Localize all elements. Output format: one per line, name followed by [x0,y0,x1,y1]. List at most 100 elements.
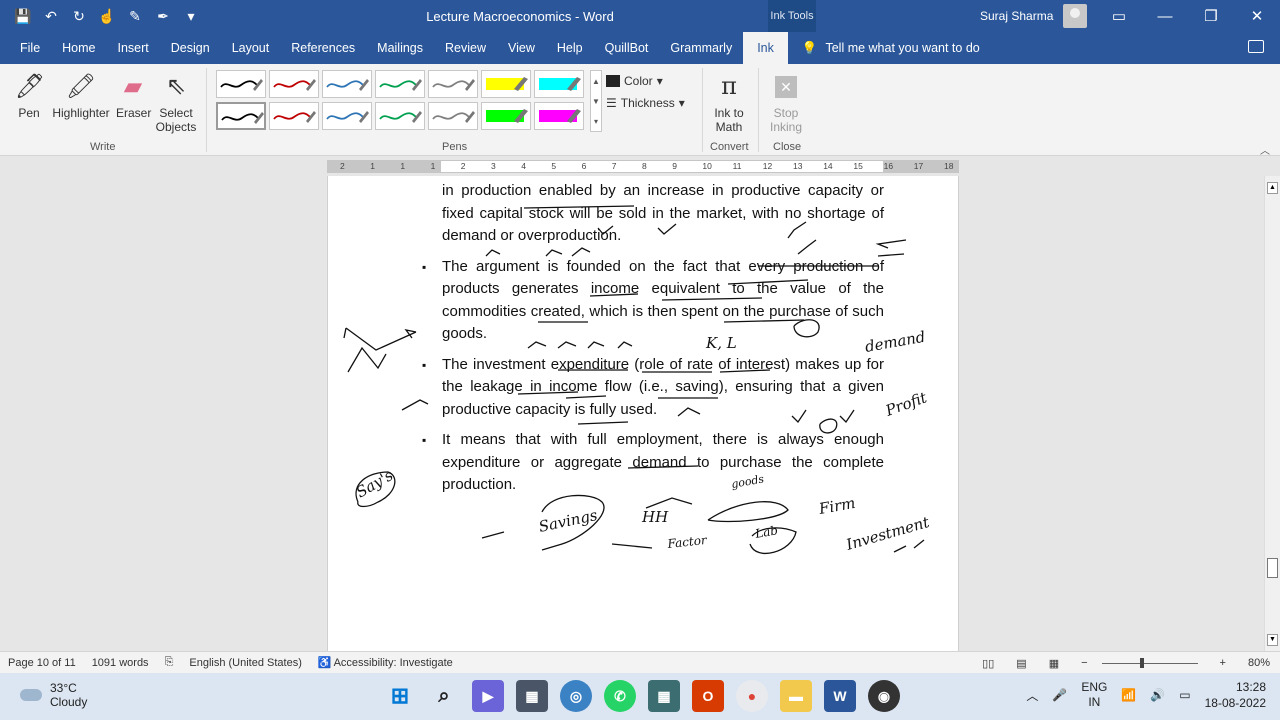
tell-me-text: Tell me what you want to do [825,41,980,55]
ink-to-math-label-2: Math [715,120,743,134]
ruler-number: 12 [762,161,773,171]
tab-help[interactable]: Help [546,32,594,64]
pen-button[interactable]: 🖊 Pen [14,70,45,121]
microphone-icon[interactable]: 🎤 [1052,688,1067,702]
ruler-number: 13 [793,161,803,171]
weather-widget[interactable]: 33°C Cloudy [20,681,87,709]
vertical-scrollbar[interactable]: ▲ ▼ [1264,176,1280,651]
pen-swatch[interactable] [216,102,266,130]
tab-quillbot[interactable]: QuillBot [594,32,660,64]
chat-icon[interactable]: ▶ [472,680,504,712]
pen-swatch[interactable] [428,102,478,130]
chevron-up-icon[interactable]: ︿ [1026,687,1038,704]
pen-swatch[interactable] [269,102,319,130]
collapse-ribbon-icon[interactable]: ︿ [1260,142,1270,157]
pens-gallery-scroll[interactable]: ▲ ▼ ▾ [590,70,602,132]
windows-start-icon[interactable]: ⊞ [384,680,416,712]
print-layout-icon[interactable]: ▤ [1016,657,1026,670]
scroll-down-icon[interactable]: ▼ [1267,634,1278,646]
tab-references[interactable]: References [280,32,366,64]
chrome-icon[interactable]: ● [736,680,768,712]
office-icon[interactable]: O [692,680,724,712]
wifi-icon[interactable]: 📶 [1121,688,1136,702]
search-icon[interactable]: ⌕ [428,680,460,712]
tab-insert[interactable]: Insert [107,32,160,64]
page-count[interactable]: Page 10 of 11 [8,657,76,669]
accessibility-status[interactable]: Accessibility: Investigate [334,657,453,669]
scroll-up-icon[interactable]: ▲ [1267,182,1278,194]
highlighter-button[interactable]: 🖍 Highlighter [50,70,112,121]
web-layout-icon[interactable]: ▦ [1049,657,1059,670]
minimize-icon[interactable]: — [1142,0,1188,32]
clock[interactable]: 13:28 18-08-2022 [1205,679,1266,711]
read-mode-icon[interactable]: ▯▯ [982,657,994,670]
tab-mailings[interactable]: Mailings [366,32,434,64]
language-code: ENG [1081,680,1108,694]
color-button[interactable]: Color ▾ [606,70,685,92]
taskbar: 33°C Cloudy ⊞ ⌕ ▶ ▦ ◎ ✆ ▦ O ● ▬ W ◉ ︿ 🎤 … [0,673,1280,720]
pens-group-label: Pens [442,141,468,153]
pen-swatch[interactable] [322,70,372,98]
tab-grammarly[interactable]: Grammarly [659,32,743,64]
taskbar-apps: ⊞ ⌕ ▶ ▦ ◎ ✆ ▦ O ● ▬ W ◉ [384,680,900,712]
ink-annotations[interactable]: demand Profit Say's Savings HH goods Fir… [328,176,960,651]
zoom-out-icon[interactable]: − [1081,657,1087,669]
obs-icon[interactable]: ◉ [868,680,900,712]
select-objects-button[interactable]: ⇖ Select Objects [154,70,198,135]
proofing-icon[interactable]: ⎘ [165,656,174,669]
pen-swatch[interactable] [534,70,584,98]
pen-swatch[interactable] [216,70,266,98]
thickness-label: Thickness [620,96,675,110]
zoom-level[interactable]: 80% [1248,657,1270,669]
ink-to-math-button[interactable]: π Ink to Math [710,70,748,134]
pen-swatch[interactable] [375,102,425,130]
eraser-button[interactable]: ▰ Eraser [116,70,151,121]
language[interactable]: English (United States) [189,657,302,669]
horizontal-ruler[interactable]: 2 1 1 1 2 3 4 5 6 7 8 9 10 11 12 13 14 15 16 17 18 [327,160,959,173]
accessibility-icon[interactable]: ♿ [318,656,332,669]
restore-icon[interactable]: ❐ [1188,0,1234,32]
pen-swatch[interactable] [481,102,531,130]
user-account[interactable]: Suraj Sharma [980,0,1088,32]
select-label-2: Objects [155,120,197,134]
grid-app-icon[interactable]: ▦ [648,680,680,712]
thickness-button[interactable]: ☰ Thickness ▾ [606,92,685,114]
word-count[interactable]: 1091 words [92,657,149,669]
pen-swatch[interactable] [481,70,531,98]
calculator-icon[interactable]: ▦ [516,680,548,712]
tab-home[interactable]: Home [51,32,106,64]
zoom-in-icon[interactable]: + [1220,657,1226,669]
weather-condition: Cloudy [50,695,88,709]
pen-swatch[interactable] [269,70,319,98]
file-explorer-icon[interactable]: ▬ [780,680,812,712]
browser-icon[interactable]: ◎ [560,680,592,712]
close-icon[interactable]: ✕ [1234,0,1280,32]
ruler-number: 2 [460,161,466,171]
tab-review[interactable]: Review [434,32,497,64]
comments-icon[interactable] [1248,40,1264,53]
volume-icon[interactable]: 🔊 [1150,688,1165,702]
pen-swatch[interactable] [534,102,584,130]
pen-swatch[interactable] [322,102,372,130]
pen-swatch[interactable] [428,70,478,98]
zoom-slider[interactable] [1101,657,1198,668]
pen-swatch[interactable] [375,70,425,98]
ruler-number: 5 [551,161,557,171]
whatsapp-icon[interactable]: ✆ [604,680,636,712]
word-icon[interactable]: W [824,680,856,712]
scroll-thumb[interactable] [1267,558,1278,578]
ruler-number: 7 [611,161,617,171]
document-page[interactable]: in production enabled by an increase in … [327,176,959,651]
tab-view[interactable]: View [497,32,546,64]
battery-icon[interactable]: ▭ [1179,688,1190,702]
tab-design[interactable]: Design [160,32,221,64]
ruler-number: 10 [702,161,712,171]
tell-me-search[interactable]: 💡 Tell me what you want to do [802,41,980,56]
language-indicator[interactable]: ENG IN [1081,680,1107,710]
tab-ink[interactable]: Ink [743,32,788,64]
tab-layout[interactable]: Layout [221,32,281,64]
stop-inking-button[interactable]: ✕ Stop Inking [766,70,806,134]
ribbon-display-icon[interactable]: ▭ [1096,0,1142,32]
avatar[interactable] [1063,4,1088,28]
tab-file[interactable]: File [0,32,51,64]
